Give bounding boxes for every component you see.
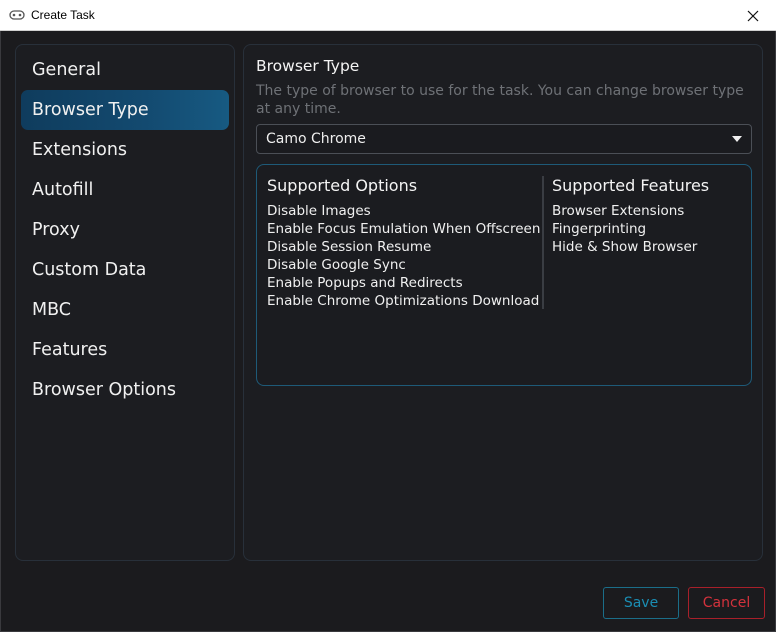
sidebar-item-browser-type[interactable]: Browser Type [21, 90, 229, 130]
browser-info-box: Supported Options Disable Images Enable … [256, 164, 752, 386]
supported-options-title: Supported Options [267, 176, 418, 195]
list-item: Enable Chrome Optimizations Download [267, 293, 540, 309]
sidebar-item-features[interactable]: Features [21, 330, 229, 370]
supported-features: Supported Features Browser Extensions Fi… [552, 176, 747, 256]
sidebar-item-custom-data[interactable]: Custom Data [21, 250, 229, 290]
list-item: Disable Google Sync [267, 257, 406, 273]
cancel-button[interactable]: Cancel [688, 587, 765, 619]
controller-icon [9, 7, 25, 23]
sidebar-item-autofill[interactable]: Autofill [21, 170, 229, 210]
sidebar-nav: General Browser Type Extensions Autofill… [15, 44, 235, 561]
chevron-down-icon [732, 136, 742, 142]
save-button[interactable]: Save [603, 587, 679, 619]
section-title: Browser Type [256, 57, 360, 75]
sidebar-item-general[interactable]: General [21, 50, 229, 90]
section-description: The type of browser to use for the task.… [256, 83, 744, 117]
close-button[interactable] [730, 0, 776, 31]
list-item: Disable Session Resume [267, 239, 432, 255]
close-icon [747, 10, 759, 21]
list-item: Enable Focus Emulation When Offscreen [267, 221, 541, 237]
sidebar-item-browser-options[interactable]: Browser Options [21, 370, 229, 410]
window-title: Create Task [31, 8, 95, 22]
list-item: Hide & Show Browser [552, 239, 698, 255]
dialog-body: General Browser Type Extensions Autofill… [0, 31, 776, 632]
list-item: Browser Extensions [552, 203, 685, 219]
main-panel: Browser Type The type of browser to use … [243, 44, 763, 561]
sidebar-item-mbc[interactable]: MBC [21, 290, 229, 330]
list-item: Enable Popups and Redirects [267, 275, 463, 291]
browser-type-select[interactable]: Camo Chrome [256, 124, 752, 154]
supported-features-title: Supported Features [552, 176, 710, 195]
list-item: Fingerprinting [552, 221, 647, 237]
list-item: Disable Images [267, 203, 371, 219]
column-divider [542, 176, 544, 309]
supported-options: Supported Options Disable Images Enable … [267, 176, 542, 310]
sidebar-item-proxy[interactable]: Proxy [21, 210, 229, 250]
sidebar-item-extensions[interactable]: Extensions [21, 130, 229, 170]
title-bar: Create Task [0, 0, 776, 31]
browser-type-value: Camo Chrome [266, 131, 366, 147]
